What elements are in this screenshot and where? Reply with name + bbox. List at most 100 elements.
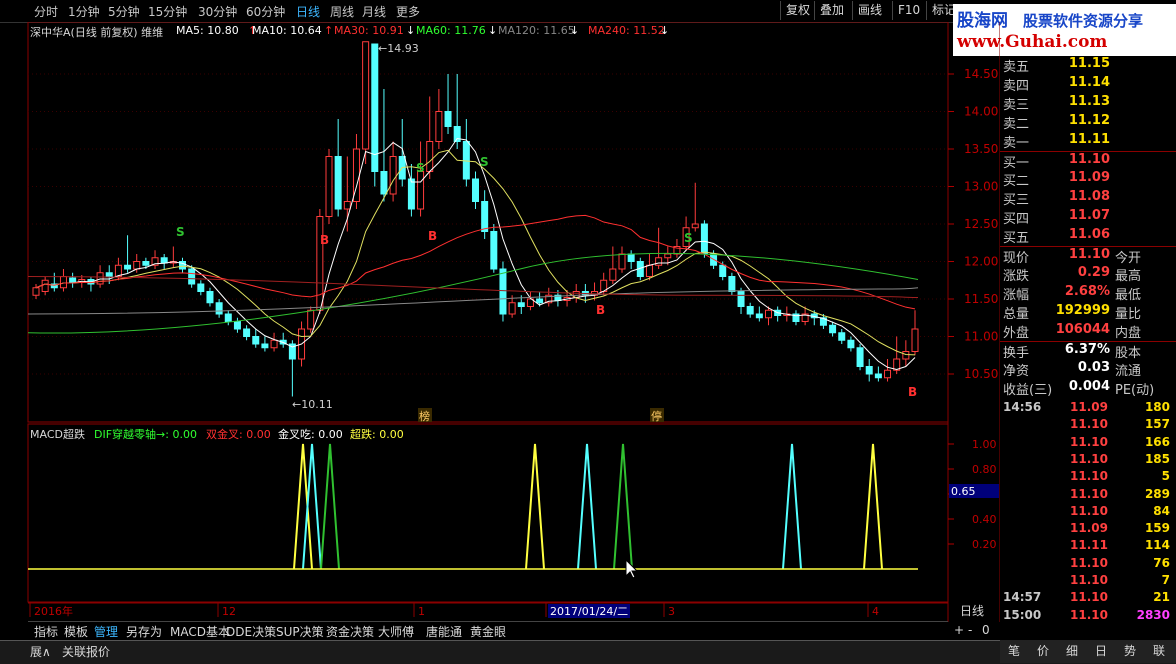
- order-book-row[interactable]: 买一 11.10: [1000, 151, 1176, 171]
- candle-body: [188, 268, 196, 285]
- quote-label-secondary: 今开: [1115, 251, 1142, 266]
- detail-tab-bar: 笔价细日势联: [1000, 640, 1176, 663]
- order-book-label: 买三: [1003, 193, 1030, 208]
- indicator-tab-2[interactable]: 管理: [94, 623, 118, 640]
- candle-body: [856, 347, 864, 367]
- candle-body: [499, 268, 507, 315]
- period-tab-5[interactable]: 60分钟: [246, 3, 285, 20]
- order-book-row[interactable]: 卖三 11.13: [1000, 94, 1176, 113]
- order-book-row[interactable]: 卖一 11.11: [1000, 132, 1176, 151]
- price-tick-label: 10.50: [964, 367, 998, 381]
- quote-label-secondary: 最高: [1115, 269, 1142, 284]
- period-tab-1[interactable]: 1分钟: [68, 3, 100, 20]
- quote-label: 外盘: [1003, 326, 1030, 341]
- candle-body: [243, 328, 251, 337]
- period-tab-0[interactable]: 分时: [34, 3, 58, 20]
- order-book-row[interactable]: 买五 11.06: [1000, 227, 1176, 246]
- quote-label: 收益(三): [1003, 383, 1053, 398]
- detail-tab-4[interactable]: 势: [1124, 642, 1136, 659]
- period-tab-2[interactable]: 5分钟: [108, 3, 140, 20]
- order-book-label: 买二: [1003, 174, 1030, 189]
- order-book-label: 卖三: [1003, 98, 1030, 113]
- price-tick-label: 11.00: [964, 330, 998, 344]
- macd-value-label: 超跌: 0.00: [350, 428, 404, 441]
- indicator-tab-7[interactable]: 资金决策: [326, 623, 374, 640]
- period-tab-6[interactable]: 日线: [296, 3, 320, 20]
- detail-tab-5[interactable]: 联: [1153, 642, 1165, 659]
- zoom-control-0[interactable]: +: [954, 623, 964, 637]
- indicator-tab-10[interactable]: 黄金眼: [470, 623, 506, 640]
- detail-tab-3[interactable]: 日: [1095, 642, 1107, 659]
- zoom-control-2[interactable]: 0: [982, 623, 990, 637]
- toolbar-button-0[interactable]: 复权: [780, 1, 815, 20]
- indicator-tab-0[interactable]: 指标: [34, 623, 58, 640]
- signal-label-sell: S: [684, 231, 693, 245]
- macd-cursor-value: 0.65: [951, 485, 976, 498]
- event-marker-label: 停: [651, 409, 662, 423]
- tick-price: 11.10: [1070, 486, 1108, 501]
- macd-spike: [525, 443, 545, 570]
- tick-price: 11.10: [1070, 469, 1108, 484]
- quote-label: 现价: [1003, 251, 1030, 266]
- macd-spike: [613, 443, 633, 570]
- order-book-row[interactable]: 卖二 11.12: [1000, 113, 1176, 132]
- order-book-label: 买四: [1003, 212, 1030, 227]
- order-book-price: 11.14: [1068, 75, 1110, 90]
- expand-toggle[interactable]: 展∧: [30, 643, 51, 660]
- chart-title: 深中华A(日线 前复权) 维维: [30, 26, 164, 39]
- toolbar-button-3[interactable]: F10: [892, 1, 925, 20]
- candle-body: [755, 313, 763, 319]
- ma-value-label: MA120: 11.65: [498, 24, 575, 37]
- chart-canvas[interactable]: 14.5014.0013.5013.0012.5012.0011.5011.00…: [0, 22, 1000, 622]
- detail-tab-2[interactable]: 细: [1066, 642, 1078, 659]
- toolbar-button-1[interactable]: 叠加: [814, 1, 849, 20]
- candle-body: [884, 369, 892, 379]
- tick-row: 11.09 159: [1000, 521, 1176, 538]
- linked-quote-link[interactable]: 关联报价: [62, 643, 110, 660]
- candle-body: [59, 276, 67, 289]
- zoom-control-1[interactable]: -: [968, 623, 972, 637]
- indicator-tab-1[interactable]: 模板: [64, 623, 88, 640]
- order-book-row[interactable]: 卖五 11.15: [1000, 56, 1176, 75]
- order-book-price: 11.07: [1068, 208, 1110, 223]
- ma-trend-arrow: ↓: [660, 24, 670, 37]
- quote-label: 涨幅: [1003, 288, 1030, 303]
- ma-value-label: MA240: 11.52: [588, 24, 665, 37]
- candle-body: [270, 339, 278, 349]
- signal-label-buy: B: [428, 229, 437, 243]
- order-book-row[interactable]: 买二 11.09: [1000, 170, 1176, 189]
- ma-trend-arrow: ↓: [570, 24, 580, 37]
- indicator-tab-6[interactable]: SUP决策: [276, 623, 324, 640]
- macd-pane-frame: [27, 423, 949, 603]
- candle-body: [160, 257, 168, 264]
- macd-tick-label: 0.80: [972, 463, 997, 476]
- toolbar-button-2[interactable]: 画线: [852, 1, 887, 20]
- period-tab-4[interactable]: 30分钟: [198, 3, 237, 20]
- tick-row: 14:56 11.09 180: [1000, 400, 1176, 417]
- indicator-tab-3[interactable]: 另存为: [126, 623, 162, 640]
- indicator-tab-5[interactable]: DDE决策: [226, 623, 276, 640]
- period-tab-9[interactable]: 更多: [396, 3, 420, 20]
- quote-row: 现价 11.10 今开: [1000, 246, 1176, 266]
- detail-tab-1[interactable]: 价: [1037, 642, 1049, 659]
- kline-chart-area[interactable]: 14.50 14.00 13.50 13.00 12.50 12.00 11.50 11.00…: [0, 22, 1000, 622]
- order-book-panel: 卖五 11.15 卖四 11.14 卖三 11.13 卖二 11.12 卖一 11.11 买一 11.…: [1000, 56, 1176, 398]
- period-tab-8[interactable]: 月线: [362, 3, 386, 20]
- indicator-tab-8[interactable]: 大师傅: [378, 623, 414, 640]
- period-tab-3[interactable]: 15分钟: [148, 3, 187, 20]
- macd-spike: [320, 443, 340, 570]
- order-book-row[interactable]: 买三 11.08: [1000, 189, 1176, 208]
- order-book-label: 买五: [1003, 231, 1030, 246]
- period-tab-7[interactable]: 周线: [330, 3, 354, 20]
- order-book-row[interactable]: 买四 11.07: [1000, 208, 1176, 227]
- macd-tick-label: 0.40: [972, 513, 997, 526]
- detail-tab-0[interactable]: 笔: [1008, 642, 1020, 659]
- indicator-tab-9[interactable]: 唐能通: [426, 623, 462, 640]
- macd-spike: [302, 443, 322, 570]
- date-label: 2017/01/24/二: [550, 605, 628, 618]
- tick-price: 11.10: [1070, 434, 1108, 449]
- indicator-tab-4[interactable]: MACD基本: [170, 623, 230, 640]
- candle-body: [426, 141, 434, 172]
- candle-body: [41, 279, 49, 292]
- order-book-row[interactable]: 卖四 11.14: [1000, 75, 1176, 94]
